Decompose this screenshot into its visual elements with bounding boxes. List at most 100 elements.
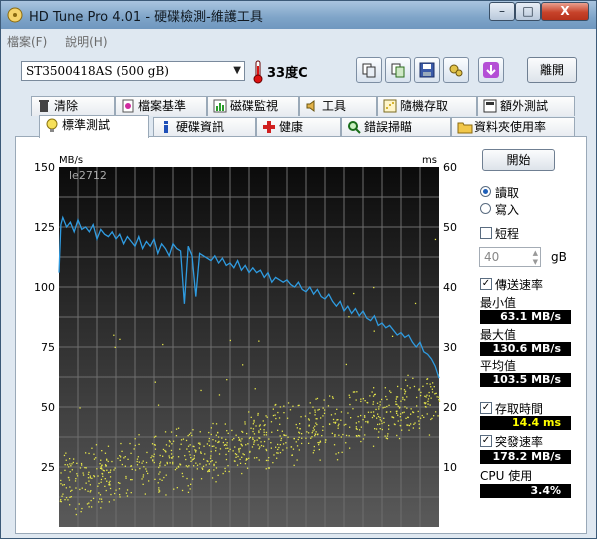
tab-disk-info[interactable]: 硬碟資訊 <box>153 117 256 137</box>
tab-file-benchmark[interactable]: 檔案基準 <box>115 96 207 116</box>
access-time-point <box>151 443 154 445</box>
access-time-point <box>349 426 351 428</box>
access-time-point <box>315 431 317 433</box>
right-axis-tick-label: 50 <box>443 221 457 234</box>
tab-tools[interactable]: 工具 <box>299 96 377 116</box>
access-time-point <box>196 468 198 470</box>
exit-button[interactable]: 離開 <box>527 57 577 83</box>
access-time-point <box>190 460 192 462</box>
access-time-point <box>251 446 254 448</box>
save-button[interactable] <box>414 57 440 83</box>
access-time-point <box>287 402 290 404</box>
access-time-point <box>142 460 144 462</box>
spin-down-icon[interactable]: ▼ <box>533 258 538 266</box>
access-time-point <box>404 393 406 395</box>
access-time-point <box>273 454 275 456</box>
access-time-point <box>428 395 430 397</box>
access-time-point <box>68 479 71 481</box>
access-time-point <box>318 442 320 444</box>
short-stroke-checkbox[interactable] <box>480 227 492 239</box>
download-button[interactable] <box>478 57 504 83</box>
access-time-point <box>372 403 374 405</box>
access-time-point <box>87 490 89 492</box>
access-time-point <box>345 423 347 426</box>
tab-random-access[interactable]: 隨機存取 <box>377 96 477 116</box>
access-time-point <box>425 406 427 408</box>
access-time-point <box>199 443 201 446</box>
access-time-point <box>89 484 91 486</box>
access-time-point <box>298 436 300 438</box>
menu-help[interactable]: 說明(H) <box>65 35 107 49</box>
access-time-point <box>377 436 379 438</box>
access-time-point <box>157 404 160 406</box>
access-time-point <box>334 435 336 437</box>
settings-button[interactable] <box>443 57 469 83</box>
access-time-point <box>267 459 269 462</box>
short-stroke-spinner[interactable]: 40 ▲ ▼ <box>479 247 541 267</box>
access-time-point <box>332 418 335 421</box>
tab-health[interactable]: 健康 <box>256 117 341 137</box>
access-time-point <box>146 451 148 454</box>
access-time-point <box>283 434 285 436</box>
read-radio[interactable] <box>480 186 491 197</box>
transfer-rate-checkbox[interactable]: ✓ <box>480 278 492 290</box>
drive-select[interactable]: ST3500418AS (500 gB) ▼ <box>21 61 245 81</box>
access-time-point <box>85 467 87 469</box>
read-label: 讀取 <box>495 186 520 200</box>
access-time-point <box>334 422 336 424</box>
access-time-point <box>185 465 187 467</box>
access-time-point <box>101 473 104 475</box>
copy-button[interactable] <box>356 57 382 83</box>
tab-error-scan[interactable]: 錯誤掃瞄 <box>341 117 451 137</box>
spin-up-icon[interactable]: ▲ <box>533 249 538 257</box>
access-time-point <box>125 477 127 479</box>
access-time-point <box>421 414 423 417</box>
close-button[interactable]: X <box>541 2 589 21</box>
access-time-point <box>162 455 164 457</box>
access-time-point <box>226 444 228 446</box>
access-time-point <box>297 404 299 407</box>
access-time-point <box>352 408 354 410</box>
access-time-point <box>71 463 73 465</box>
access-time-point <box>386 435 389 437</box>
speaker-icon <box>306 100 315 112</box>
tab-folder-usage[interactable]: 資料夾使用率 <box>451 117 575 137</box>
access-time-point <box>172 461 174 463</box>
tab-benchmark[interactable]: 標準測試 <box>39 115 149 138</box>
copy-all-icon <box>391 63 405 78</box>
minimize-button[interactable]: – <box>489 2 515 21</box>
access-time-point <box>376 402 379 404</box>
write-radio[interactable] <box>480 203 491 214</box>
access-time-point <box>413 423 415 425</box>
access-time-checkbox[interactable]: ✓ <box>480 402 492 414</box>
menu-file[interactable]: 檔案(F) <box>7 35 47 49</box>
access-time-point <box>109 471 111 473</box>
access-time-point <box>312 452 314 454</box>
access-time-point <box>265 468 267 470</box>
access-time-point <box>425 396 427 398</box>
tab-erase[interactable]: 清除 <box>31 96 115 116</box>
tab-disk-monitor[interactable]: 磁碟監視 <box>207 96 299 116</box>
burst-rate-checkbox[interactable]: ✓ <box>480 435 492 447</box>
access-time-point <box>195 449 197 452</box>
title-bar[interactable]: HD Tune Pro 4.01 - 硬碟檢測-維護工具 – □ X <box>1 1 596 29</box>
access-time-point <box>352 391 355 393</box>
access-time-point <box>397 420 399 422</box>
access-time-point <box>428 434 431 436</box>
access-time-point <box>75 478 77 480</box>
access-time-point <box>322 415 324 417</box>
access-time-point <box>305 437 307 439</box>
maximize-button[interactable]: □ <box>515 2 541 21</box>
access-time-point <box>316 423 318 426</box>
access-time-point <box>143 466 145 468</box>
access-time-point <box>119 482 121 484</box>
access-time-point <box>237 455 239 458</box>
tab-extra-tests[interactable]: 額外測試 <box>477 96 575 116</box>
access-time-point <box>315 418 317 420</box>
access-time-point <box>60 501 62 503</box>
start-button[interactable]: 開始 <box>482 149 555 171</box>
access-time-point <box>235 434 237 436</box>
copy-all-button[interactable] <box>385 57 411 83</box>
access-time-point <box>75 508 77 510</box>
monitor-icon <box>213 99 227 113</box>
